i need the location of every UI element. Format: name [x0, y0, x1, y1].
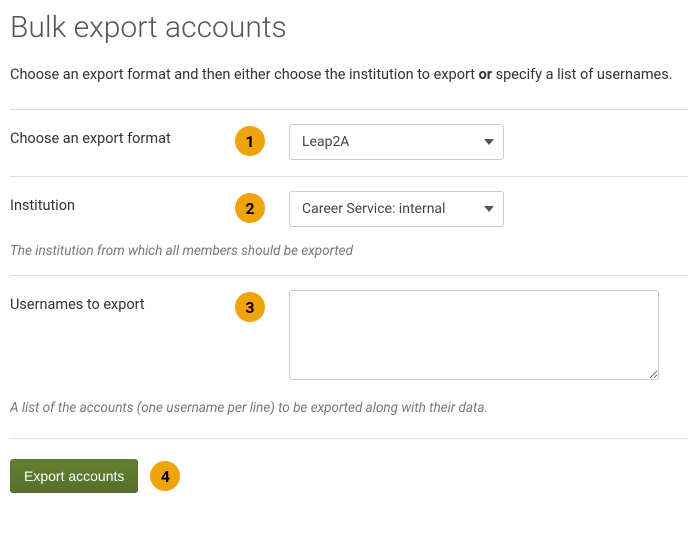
label-institution: Institution: [10, 191, 235, 214]
step-marker-3: 3: [235, 292, 265, 322]
step-marker-4: 4: [150, 461, 180, 491]
section-submit: Export accounts 4: [10, 438, 688, 493]
intro-strong: or: [479, 66, 493, 83]
section-institution: Institution 2 Career Service: internal T…: [10, 176, 688, 275]
step-marker-2: 2: [235, 193, 265, 223]
section-export-format: Choose an export format 1 Leap2A: [10, 109, 688, 176]
label-export-format: Choose an export format: [10, 124, 235, 147]
select-institution-value: Career Service: internal: [302, 201, 445, 217]
step-marker-1: 1: [235, 126, 265, 156]
intro-post: specify a list of usernames.: [492, 66, 672, 83]
intro-text: Choose an export format and then either …: [10, 65, 688, 85]
select-export-format[interactable]: Leap2A: [289, 124, 504, 160]
section-usernames: Usernames to export 3 A list of the acco…: [10, 275, 688, 432]
help-institution: The institution from which all members s…: [10, 243, 688, 259]
select-export-format-value: Leap2A: [302, 134, 349, 150]
select-institution[interactable]: Career Service: internal: [289, 191, 504, 227]
label-usernames: Usernames to export: [10, 290, 235, 313]
page-title: Bulk export accounts: [10, 10, 688, 45]
help-usernames: A list of the accounts (one username per…: [10, 400, 688, 416]
intro-pre: Choose an export format and then either …: [10, 66, 479, 83]
export-accounts-button[interactable]: Export accounts: [10, 459, 138, 493]
textarea-usernames[interactable]: [289, 290, 659, 380]
